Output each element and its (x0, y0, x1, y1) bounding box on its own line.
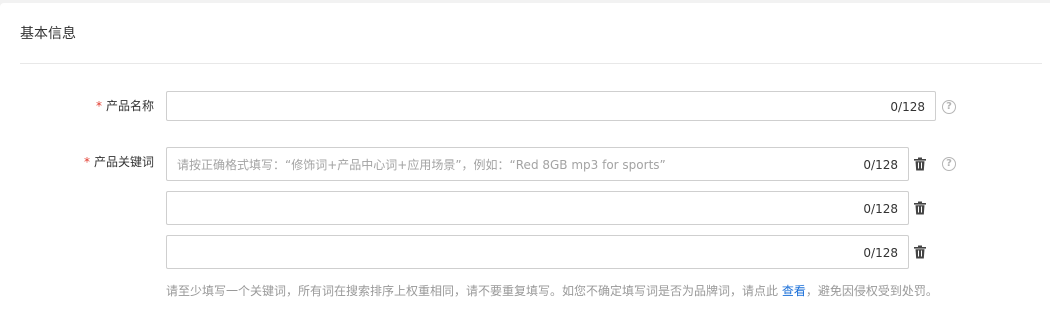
keyword-input-2[interactable]: 0/128 (166, 191, 909, 225)
view-brand-link[interactable]: 查看 (782, 284, 806, 298)
section-title: 基本信息 (20, 26, 76, 42)
section-divider (20, 63, 1042, 64)
product-name-input[interactable]: 0/128 (166, 91, 936, 121)
keyword-input-3[interactable]: 0/128 (166, 235, 909, 269)
keyword-input-2-counter: 0/128 (863, 202, 898, 216)
hint-text: 请至少填写一个关键词，所有词在搜索排序上权重相同，请不要重复填写。如您不确定填写… (166, 284, 782, 298)
keywords-label: * 产品关键词 (84, 154, 154, 170)
product-name-counter: 0/128 (890, 100, 925, 114)
trash-icon[interactable] (913, 157, 927, 171)
product-name-label-text: 产品名称 (105, 99, 154, 113)
question-circle-icon[interactable]: ? (942, 157, 956, 171)
keyword-input-1-placeholder: 请按正确格式填写：“修饰词+产品中心词+应用场景”，例如：“Red 8GB mp… (177, 158, 666, 172)
hint-text-end: ，避免因侵权受到处罚。 (805, 284, 938, 298)
product-name-label: * 产品名称 (96, 98, 154, 114)
keyword-input-3-counter: 0/128 (863, 246, 898, 260)
basic-info-panel: 基本信息 * 产品名称 0/128 ? * 产品关键词 请按正确格式填写：“修饰词+… (0, 3, 1050, 309)
keywords-label-text: 产品关键词 (93, 155, 154, 169)
trash-icon[interactable] (913, 245, 927, 259)
keyword-input-1-counter: 0/128 (863, 158, 898, 172)
question-circle-icon[interactable]: ? (942, 100, 956, 114)
keyword-input-1[interactable]: 请按正确格式填写：“修饰词+产品中心词+应用场景”，例如：“Red 8GB mp… (166, 147, 909, 181)
keywords-hint: 请至少填写一个关键词，所有词在搜索排序上权重相同，请不要重复填写。如您不确定填写… (166, 283, 938, 299)
required-mark: * (95, 99, 102, 113)
required-mark: * (83, 155, 90, 169)
trash-icon[interactable] (913, 201, 927, 215)
